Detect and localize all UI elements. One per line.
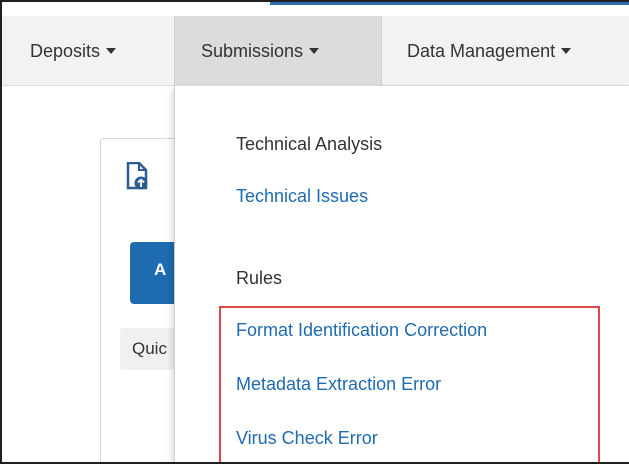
nav-data-management[interactable]: Data Management [407,16,572,86]
caret-down-icon [561,48,572,54]
nav-data-management-label: Data Management [407,40,556,61]
menu-header-technical-analysis: Technical Analysis [236,134,383,154]
top-navbar: Deposits Submissions Data Management [2,16,629,86]
app-frame: Deposits Submissions Data Management A Q… [0,0,629,464]
file-upload-icon [126,162,148,190]
nav-deposits[interactable]: Deposits [30,16,117,86]
nav-submissions-label: Submissions [201,40,304,61]
caret-down-icon [106,48,117,54]
highlight-box [219,306,600,462]
top-accent-line [270,2,629,5]
nav-deposits-label: Deposits [30,40,101,61]
menu-header-rules: Rules [236,268,283,288]
menu-item-technical-issues[interactable]: Technical Issues [236,186,368,207]
nav-submissions[interactable]: Submissions [174,16,382,86]
caret-down-icon [309,48,320,54]
